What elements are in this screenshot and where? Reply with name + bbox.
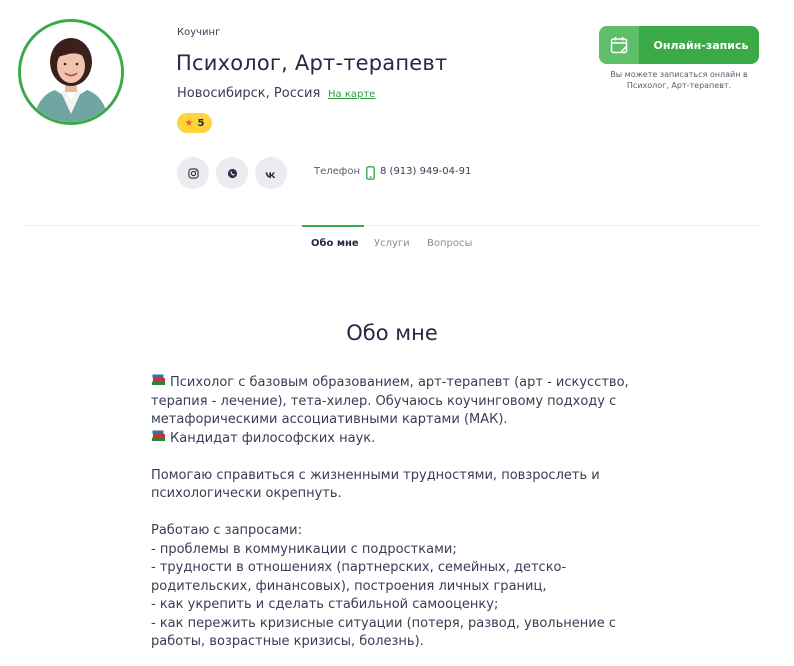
booking-note: Вы можете записаться онлайн в Психолог, … bbox=[610, 70, 748, 90]
vk-icon bbox=[265, 164, 277, 183]
phone-number-link[interactable]: 8 (913) 949-04-91 bbox=[380, 166, 471, 177]
instagram-icon bbox=[187, 164, 199, 183]
active-tab-indicator bbox=[302, 225, 364, 227]
rating-value: 5 bbox=[197, 117, 205, 129]
instagram-button[interactable] bbox=[177, 157, 209, 189]
requests-intro: Работаю с запросами: bbox=[151, 523, 303, 538]
map-link[interactable]: На карте bbox=[328, 89, 375, 100]
tab-about[interactable]: Обо мне bbox=[311, 238, 359, 249]
about-line-1-text: Психолог с базовым образованием, арт-тер… bbox=[151, 375, 629, 427]
divider bbox=[22, 225, 760, 226]
books-icon bbox=[151, 374, 166, 393]
section-title: Обо мне bbox=[346, 321, 438, 345]
tab-services[interactable]: Услуги bbox=[374, 238, 410, 249]
request-item: - как пережить кризисные ситуации (потер… bbox=[151, 615, 616, 650]
books-icon bbox=[151, 430, 166, 449]
about-line-2: Кандидат философских наук. bbox=[151, 430, 651, 449]
phone-label: Телефон bbox=[314, 166, 361, 177]
page-title: Психолог, Арт-терапевт bbox=[176, 51, 448, 75]
request-item: - проблемы в коммуникации с подростками; bbox=[151, 541, 457, 557]
about-text: Психолог с базовым образованием, арт-тер… bbox=[151, 374, 651, 652]
viber-button[interactable] bbox=[216, 157, 248, 189]
calendar-icon bbox=[599, 26, 639, 64]
request-item: - трудности в отношениях (партнерских, с… bbox=[151, 560, 567, 594]
online-booking-label: Онлайн-запись bbox=[653, 38, 749, 52]
request-item: - как укрепить и сделать стабильной само… bbox=[151, 597, 499, 612]
location-text: Новосибирск, Россия bbox=[177, 86, 321, 101]
category-label: Коучинг bbox=[177, 27, 221, 38]
about-line-1: Психолог с базовым образованием, арт-тер… bbox=[151, 374, 651, 430]
online-booking-button[interactable]: Онлайн-запись bbox=[599, 26, 759, 64]
viber-icon bbox=[227, 164, 238, 183]
phone-icon bbox=[366, 165, 375, 184]
rating-badge: ★ 5 bbox=[177, 113, 212, 133]
about-line-2-text: Кандидат философских наук. bbox=[170, 430, 376, 446]
avatar bbox=[18, 19, 124, 125]
star-icon: ★ bbox=[184, 117, 194, 129]
vk-button[interactable] bbox=[255, 157, 287, 189]
tab-questions[interactable]: Вопросы bbox=[427, 238, 472, 249]
about-paragraph-2: Помогаю справиться с жизненными трудност… bbox=[151, 467, 600, 502]
